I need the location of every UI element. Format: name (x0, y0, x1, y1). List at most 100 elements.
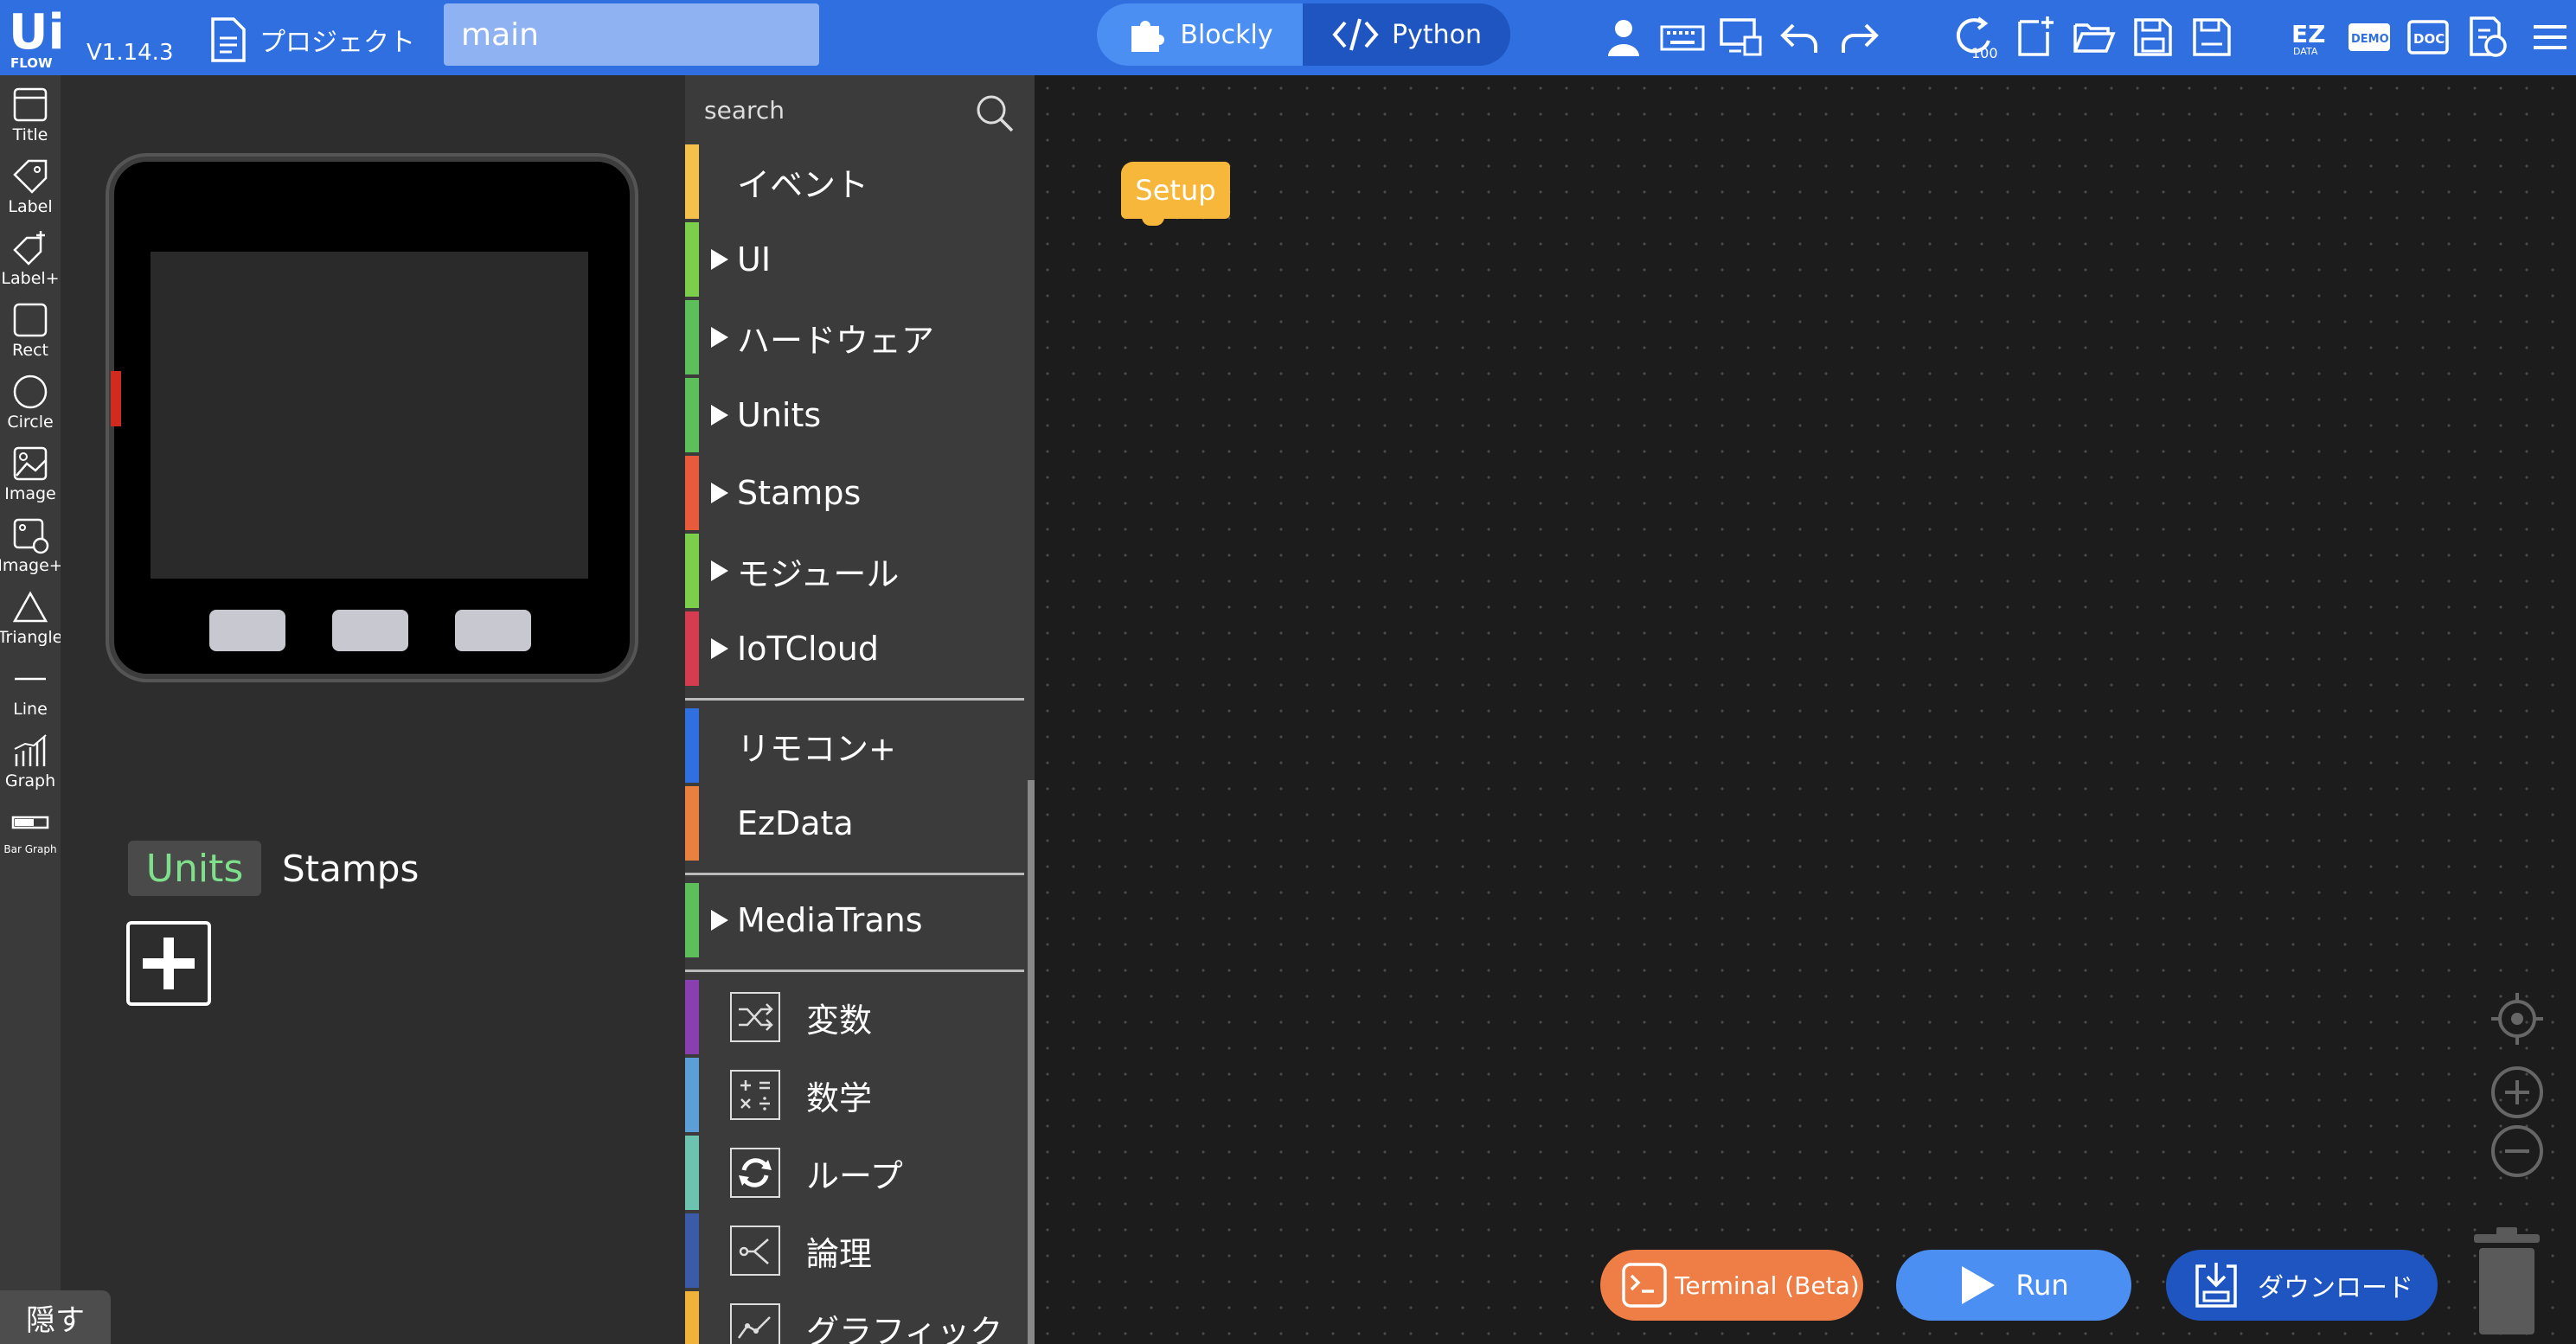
recenter-icon[interactable] (2489, 991, 2545, 1046)
category-mediatrans[interactable]: MediaTrans (685, 883, 1024, 957)
search-placeholder: search (704, 95, 785, 125)
save-button[interactable] (2126, 10, 2180, 64)
calculator-icon (740, 1080, 770, 1110)
tool-label-item[interactable]: Label (0, 152, 61, 221)
python-mode-button[interactable]: Python (1303, 3, 1510, 66)
category-color-bar (685, 300, 699, 374)
project-menu-button[interactable]: プロジェクト (208, 16, 415, 64)
download-device-icon (2195, 1263, 2237, 1308)
category-iotcloud[interactable]: IoTCloud (685, 611, 1024, 686)
svg-text:DOC: DOC (2413, 31, 2445, 47)
category-ui[interactable]: UI (685, 222, 1024, 297)
add-unit-button[interactable] (126, 921, 211, 1006)
category-label: EzData (737, 804, 854, 842)
svg-text:EZ: EZ (2291, 20, 2325, 48)
settings-doc-button[interactable] (2460, 10, 2514, 64)
category-ezdata[interactable]: EzData (685, 786, 1024, 861)
tool-triangle[interactable]: Triangle (0, 583, 62, 652)
setup-block[interactable]: Setup (1121, 162, 1230, 219)
category-modules[interactable]: モジュール (685, 534, 1024, 608)
user-button[interactable] (1597, 10, 1650, 64)
category-stamps[interactable]: Stamps (685, 456, 1024, 530)
terminal-button[interactable]: Terminal (Beta) (1600, 1250, 1863, 1321)
menu-button[interactable] (2519, 10, 2573, 64)
tool-image-plus[interactable]: Image+ (0, 511, 63, 580)
device-button-b[interactable] (332, 610, 408, 651)
svg-text:DATA: DATA (2293, 46, 2318, 57)
keyboard-icon (1660, 25, 1705, 51)
device-button-c[interactable] (455, 610, 531, 651)
logic-icon (730, 1226, 780, 1276)
tool-title[interactable]: Title (0, 80, 61, 150)
category-graphics[interactable]: グラフィック (685, 1291, 1024, 1344)
save-as-button[interactable] (2185, 10, 2239, 64)
shuffle-icon (739, 1003, 773, 1031)
ez-data-button[interactable]: EZ DATA (2284, 10, 2337, 64)
keyboard-button[interactable] (1656, 10, 1709, 64)
device-button-a[interactable] (209, 610, 285, 651)
open-folder-button[interactable] (2067, 10, 2121, 64)
category-color-bar (685, 1213, 699, 1288)
chart-line-icon (737, 1316, 771, 1339)
download-button[interactable]: ダウンロード (2166, 1250, 2438, 1321)
toolbar-icons-extra: EZ DATA DEMO DOC (2284, 7, 2576, 67)
category-logic[interactable]: 論理 (685, 1213, 1024, 1288)
device-button[interactable] (1714, 10, 1768, 64)
category-hardware[interactable]: ハードウェア (685, 300, 1024, 374)
stamps-tab[interactable]: Stamps (282, 841, 419, 896)
tool-graph[interactable]: Graph (0, 726, 61, 796)
redo-button[interactable] (1832, 10, 1886, 64)
toolbox-scrollbar[interactable] (1028, 780, 1035, 1344)
image-icon (13, 446, 48, 481)
tool-rect[interactable]: Rect (0, 296, 61, 365)
blockly-label: Blockly (1180, 19, 1273, 50)
category-loops[interactable]: ループ (685, 1136, 1024, 1210)
zoom-out-icon[interactable] (2489, 1123, 2545, 1179)
category-color-bar (685, 378, 699, 452)
hide-panel-button[interactable]: 隠す (0, 1290, 111, 1344)
tool-label-plus[interactable]: Label+ (0, 224, 61, 293)
category-color-bar (685, 1136, 699, 1210)
category-math[interactable]: 数学 (685, 1058, 1024, 1132)
new-file-button[interactable] (2009, 10, 2062, 64)
blockly-workspace[interactable]: Setup Terminal (Beta) Run ダウンロード (1035, 75, 2576, 1344)
tool-bar-graph[interactable]: Bar Graph (0, 798, 61, 867)
doc-button[interactable]: DOC (2401, 10, 2455, 64)
undo-button[interactable] (1773, 10, 1827, 64)
tag-icon (13, 159, 48, 194)
tool-circle[interactable]: Circle (0, 368, 61, 437)
user-icon (1608, 20, 1639, 56)
trash-icon[interactable] (2470, 1226, 2543, 1341)
category-color-bar (685, 611, 699, 686)
line-icon (15, 677, 46, 681)
save-as-icon (2193, 18, 2231, 56)
search-icon[interactable] (974, 93, 1016, 134)
run-button[interactable]: Run (1896, 1250, 2131, 1321)
category-events[interactable]: イベント (685, 144, 1024, 219)
bar-graph-icon (11, 816, 49, 829)
refresh-100-button[interactable]: 100 (1950, 10, 2003, 64)
tag-plus-icon (13, 231, 45, 266)
demo-button[interactable]: DEMO (2342, 10, 2396, 64)
tool-line[interactable]: Line (0, 655, 61, 724)
svg-text:100: 100 (1971, 45, 1998, 60)
file-name-input[interactable] (444, 3, 819, 66)
category-label: ハードウェア (737, 321, 935, 360)
redo-icon (1842, 23, 1879, 53)
zoom-in-icon[interactable] (2489, 1065, 2545, 1120)
category-label: Stamps (737, 474, 862, 512)
blockly-mode-button[interactable]: Blockly (1097, 3, 1303, 66)
category-units[interactable]: Units (685, 378, 1024, 452)
tool-label: Line (13, 700, 48, 719)
category-variables[interactable]: 変数 (685, 980, 1024, 1054)
tool-image[interactable]: Image (0, 439, 61, 509)
expand-arrow-icon (711, 638, 728, 659)
device-screen-canvas[interactable] (151, 252, 588, 579)
python-label: Python (1392, 19, 1482, 50)
units-tab[interactable]: Units (128, 841, 261, 896)
circle-icon (13, 374, 48, 409)
document-icon (211, 17, 246, 62)
graph-icon (14, 734, 47, 766)
category-remote-plus[interactable]: リモコン+ (685, 708, 1024, 783)
project-label: プロジェクト (260, 28, 415, 58)
